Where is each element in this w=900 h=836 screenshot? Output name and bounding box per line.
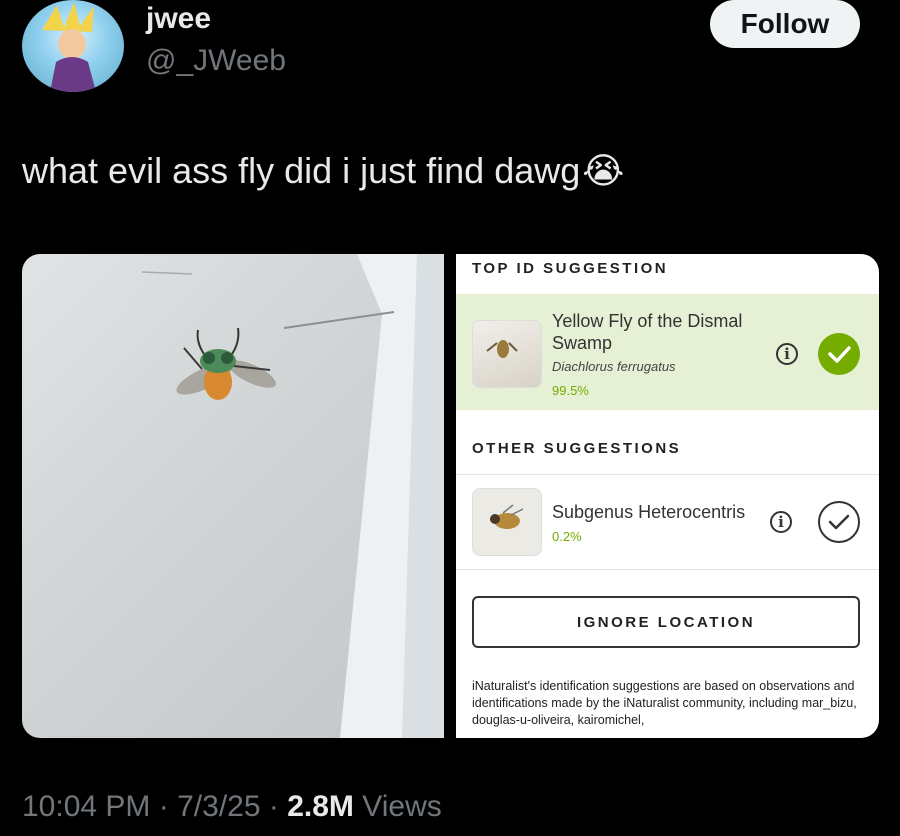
select-check-icon[interactable]	[818, 333, 860, 375]
top-suggestion-name: Yellow Fly of the Dismal Swamp	[552, 311, 743, 353]
info-icon[interactable]: i	[776, 343, 798, 365]
tweet-time[interactable]: 10:04 PM	[22, 790, 150, 823]
divider	[456, 569, 879, 570]
fly-photo[interactable]	[22, 254, 444, 738]
fly-thumbnail-art	[486, 340, 518, 358]
top-suggestion-scientific-name: Diachlorus ferrugatus	[552, 359, 676, 374]
top-suggestion-heading: TOP ID SUGGESTION	[472, 260, 669, 277]
select-check-icon[interactable]	[818, 501, 860, 543]
bee-thumbnail-art	[473, 489, 541, 555]
tweet-timestamp[interactable]: 10:04 PM · 7/3/25 · 2.8M Views	[22, 790, 442, 824]
ignore-location-button[interactable]: IGNORE LOCATION	[472, 596, 860, 648]
separator: ·	[158, 790, 169, 823]
disclaimer-text: iNaturalist's identification suggestions…	[472, 679, 857, 727]
inaturalist-panel: TOP ID SUGGESTION Yellow Fly of the Dism…	[456, 254, 879, 738]
top-suggestion-row[interactable]: Yellow Fly of the Dismal Swamp Diachloru…	[456, 294, 879, 410]
top-suggestion-score: 99.5%	[552, 383, 589, 398]
follow-button[interactable]: Follow	[710, 0, 860, 48]
fly-photo-art	[141, 254, 444, 738]
separator: ·	[268, 790, 279, 823]
user-handle[interactable]: @_JWeeb	[146, 44, 286, 78]
tweet-text: what evil ass fly did i just find dawg	[22, 150, 581, 191]
other-suggestion-thumbnail	[472, 488, 542, 556]
info-icon[interactable]: i	[770, 511, 792, 533]
other-suggestions-heading: OTHER SUGGESTIONS	[472, 440, 682, 457]
other-suggestion-row[interactable]: Subgenus Heterocentris 0.2% i	[456, 475, 879, 569]
display-name[interactable]: jwee	[146, 2, 211, 36]
other-suggestion-name: Subgenus Heterocentris	[552, 502, 746, 522]
top-suggestion-thumbnail	[472, 320, 542, 388]
fly-figure	[176, 327, 276, 400]
avatar-art	[42, 2, 96, 92]
views-label: Views	[362, 790, 442, 823]
tweet-date[interactable]: 7/3/25	[177, 790, 260, 823]
crying-emoji: 😭	[582, 150, 625, 191]
other-suggestion-score: 0.2%	[552, 529, 582, 544]
views-count: 2.8M	[287, 790, 354, 823]
avatar[interactable]	[22, 0, 124, 92]
tweet-text-container: what evil ass fly did i just find dawg 😭	[22, 150, 624, 192]
tweet-media[interactable]: TOP ID SUGGESTION Yellow Fly of the Dism…	[22, 254, 879, 738]
